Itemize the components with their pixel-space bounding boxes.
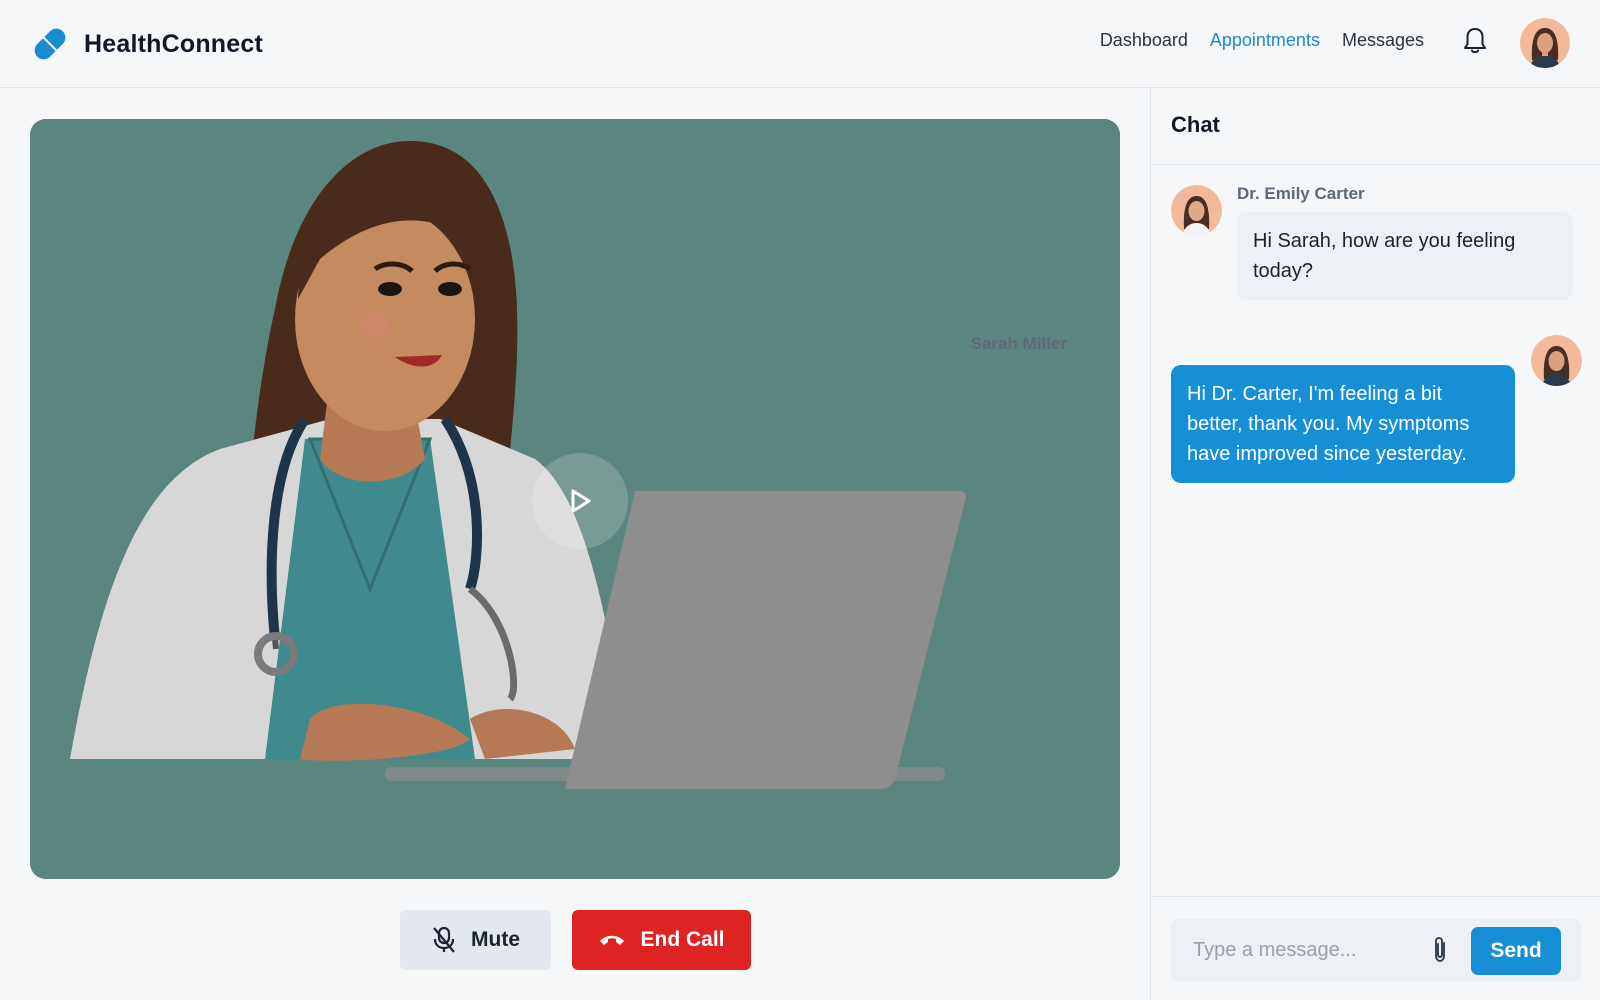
message-input-box: Send bbox=[1171, 919, 1581, 981]
pill-logo-icon bbox=[34, 28, 66, 60]
patient-avatar bbox=[1531, 335, 1582, 386]
send-button[interactable]: Send bbox=[1471, 927, 1561, 975]
chat-title: Chat bbox=[1171, 112, 1220, 137]
nav-dashboard[interactable]: Dashboard bbox=[1100, 30, 1188, 51]
phone-hangup-icon bbox=[598, 932, 626, 948]
avatar-portrait bbox=[1520, 18, 1570, 68]
call-controls: Mute End Call bbox=[400, 910, 751, 970]
chat-composer: Send bbox=[1151, 896, 1600, 1000]
message-input[interactable] bbox=[1171, 919, 1421, 981]
main-nav: Dashboard Appointments Messages bbox=[1100, 30, 1424, 51]
nav-messages[interactable]: Messages bbox=[1342, 30, 1424, 51]
message-bubble: Hi Sarah, how are you feeling today? bbox=[1237, 212, 1573, 300]
end-call-button[interactable]: End Call bbox=[572, 910, 751, 970]
mute-label: Mute bbox=[471, 928, 520, 951]
end-call-label: End Call bbox=[640, 928, 725, 951]
user-avatar[interactable] bbox=[1520, 18, 1570, 68]
doctor-avatar bbox=[1171, 185, 1222, 236]
mic-off-icon bbox=[431, 926, 457, 954]
top-header: HealthConnect Dashboard Appointments Mes… bbox=[0, 0, 1600, 88]
message-sender: Sarah Miller bbox=[970, 334, 1067, 353]
video-feed[interactable] bbox=[30, 119, 1120, 879]
brand[interactable]: HealthConnect bbox=[30, 24, 263, 64]
chat-panel: Chat Dr. Emily Carter Hi Sarah, how are … bbox=[971, 88, 1600, 1000]
message-bubble: Hi Dr. Carter, I'm feeling a bit better,… bbox=[1171, 365, 1515, 483]
mute-button[interactable]: Mute bbox=[400, 910, 551, 970]
chat-header: Chat bbox=[1151, 88, 1600, 165]
paperclip-icon[interactable] bbox=[1429, 935, 1451, 965]
bell-icon[interactable] bbox=[1462, 26, 1488, 56]
play-button[interactable] bbox=[532, 453, 628, 549]
play-icon bbox=[571, 489, 591, 513]
message-sender: Dr. Emily Carter bbox=[1237, 184, 1365, 203]
app-title: HealthConnect bbox=[84, 29, 264, 58]
nav-appointments[interactable]: Appointments bbox=[1210, 30, 1320, 51]
